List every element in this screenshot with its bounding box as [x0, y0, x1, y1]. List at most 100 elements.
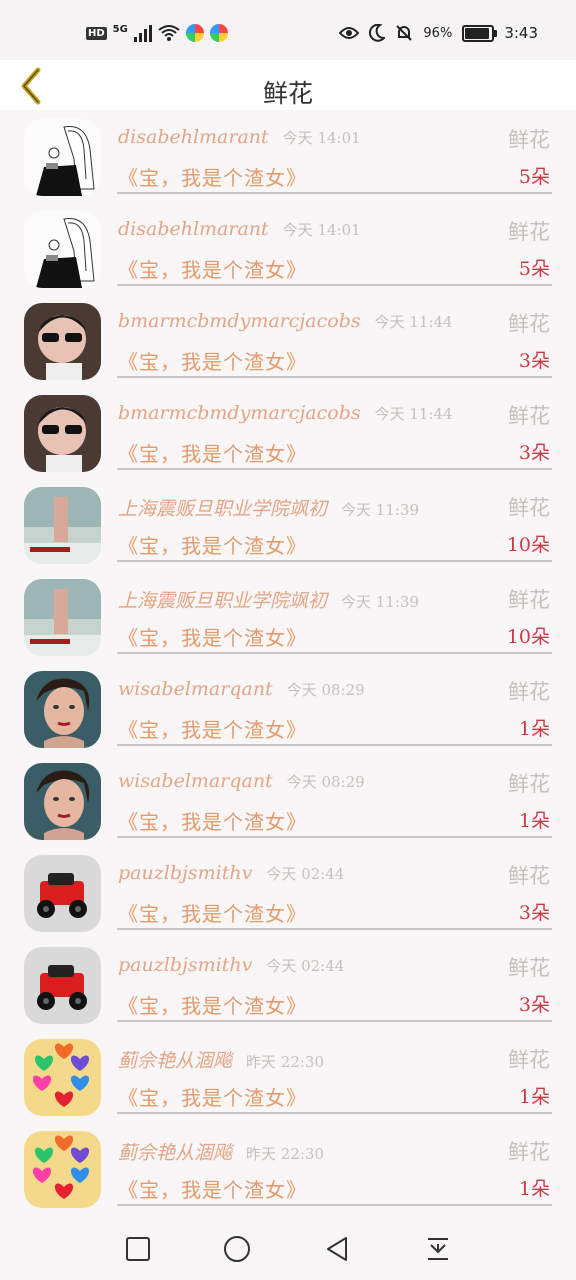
- list-item[interactable]: bmarmcbmdymarcjacobs 今天 11:44 鲜花 《宝，我是个渣女》 3…: [0, 388, 576, 480]
- square-icon[interactable]: [123, 1234, 153, 1264]
- timestamp: 今天 08:29: [286, 681, 365, 699]
- message-text: 《宝，我是个渣女》: [118, 902, 307, 926]
- divider: [117, 284, 552, 286]
- hd-badge: HD: [86, 26, 107, 40]
- avatar[interactable]: [24, 119, 101, 196]
- page-title: 鲜花: [262, 79, 313, 108]
- status-bar: HD 5G 96% 3:43: [0, 0, 576, 60]
- sender-name-text: pauzlbjsmithv: [118, 954, 253, 976]
- message-text: 《宝，我是个渣女》: [118, 442, 307, 466]
- battery-percent: 96%: [423, 25, 453, 41]
- avatar[interactable]: [24, 947, 101, 1024]
- sender-name: 蓟佘艳从涸飚 昨天 22:30: [118, 1046, 324, 1073]
- message-text: 《宝，我是个渣女》: [118, 1086, 307, 1110]
- divider: [117, 1020, 552, 1022]
- bell-off-icon: [396, 25, 413, 41]
- avatar[interactable]: [24, 303, 101, 380]
- triangle-back-icon[interactable]: [322, 1234, 352, 1264]
- sender-name: 上海震贩旦职业学院飒初 今天 11:39: [118, 586, 419, 613]
- list-item[interactable]: disabehlmarant 今天 14:01 鲜花 《宝，我是个渣女》 5朵: [0, 204, 576, 296]
- gift-type-label: 鲜花: [508, 128, 550, 152]
- sender-name-text: wisabelmarqant: [118, 678, 273, 700]
- divider: [117, 192, 552, 194]
- timestamp: 今天 14:01: [282, 221, 361, 239]
- list-item[interactable]: 上海震贩旦职业学院飒初 今天 11:39 鲜花《宝，我是个渣女》 10朵: [0, 572, 576, 664]
- gift-type-label: 鲜花: [508, 312, 550, 336]
- flower-count: 3朵: [518, 442, 550, 464]
- list-item[interactable]: pauzlbjsmithv 今天 02:44 鲜花《宝，我是个渣女》 3朵: [0, 848, 576, 940]
- divider: [117, 1112, 552, 1114]
- avatar[interactable]: [24, 763, 101, 840]
- divider: [117, 836, 552, 838]
- flower-count: 1朵: [518, 1178, 550, 1200]
- sender-name-text: bmarmcbmdymarcjacobs: [118, 402, 361, 424]
- avatar[interactable]: [24, 1131, 101, 1208]
- avatar[interactable]: [24, 671, 101, 748]
- battery-icon: [462, 24, 498, 42]
- avatar[interactable]: [24, 1039, 101, 1116]
- gift-type-label: 鲜花: [508, 1140, 550, 1164]
- app-icon: [185, 24, 204, 42]
- sender-name: bmarmcbmdymarcjacobs 今天 11:44: [118, 402, 453, 424]
- sender-name-text: bmarmcbmdymarcjacobs: [118, 310, 361, 332]
- sender-name-text: 蓟佘艳从涸飚: [118, 1142, 233, 1164]
- timestamp: 今天 08:29: [286, 773, 365, 791]
- moon-icon: [369, 24, 386, 42]
- sender-name-text: disabehlmarant: [118, 218, 269, 240]
- eye-icon: [339, 27, 360, 39]
- list-item[interactable]: disabehlmarant 今天 14:01 鲜花《宝，我是个渣女》 5朵: [0, 112, 576, 204]
- sender-name-text: disabehlmarant: [118, 126, 269, 148]
- signal-icon: [133, 24, 152, 42]
- divider: [117, 376, 552, 378]
- avatar[interactable]: [24, 395, 101, 472]
- divider: [117, 928, 552, 930]
- navigation-bar: [0, 1216, 576, 1280]
- flower-count: 1朵: [518, 1086, 550, 1108]
- sender-name: disabehlmarant 今天 14:01: [118, 218, 361, 240]
- network-label: 5G: [112, 23, 128, 35]
- sender-name-text: pauzlbjsmithv: [118, 862, 253, 884]
- avatar[interactable]: [24, 487, 101, 564]
- list-item[interactable]: bmarmcbmdymarcjacobs 今天 11:44 鲜花 《宝，我是个渣女》 3…: [0, 296, 576, 388]
- flower-count: 10朵: [506, 626, 550, 648]
- list-item[interactable]: 蓟佘艳从涸飚 昨天 22:30 鲜花 《宝，我是个渣女》 1朵: [0, 1032, 576, 1124]
- flower-count: 1朵: [518, 718, 550, 740]
- sender-name: disabehlmarant 今天 14:01: [118, 126, 361, 148]
- download-arrow-icon[interactable]: [423, 1234, 453, 1264]
- sender-name: bmarmcbmdymarcjacobs 今天 11:44: [118, 310, 453, 332]
- timestamp: 昨天 22:30: [246, 1145, 325, 1163]
- message-text: 《宝，我是个渣女》: [118, 626, 307, 650]
- list-item[interactable]: 上海震贩旦职业学院飒初 今天 11:39 鲜花 《宝，我是个渣女》 10朵: [0, 480, 576, 572]
- sender-name-text: 蓟佘艳从涸飚: [118, 1050, 233, 1072]
- wifi-icon: [158, 25, 180, 41]
- gift-type-label: 鲜花: [508, 220, 550, 244]
- gift-type-label: 鲜花: [508, 496, 550, 520]
- gift-type-label: 鲜花: [508, 864, 550, 888]
- message-text: 《宝，我是个渣女》: [118, 994, 307, 1018]
- divider: [117, 1204, 552, 1206]
- timestamp: 今天 02:44: [266, 865, 345, 883]
- gift-type-label: 鲜花: [508, 588, 550, 612]
- flower-count: 1朵: [518, 810, 550, 832]
- avatar[interactable]: [24, 855, 101, 932]
- clock: 3:43: [504, 24, 538, 42]
- flower-count: 5朵: [518, 166, 550, 188]
- divider: [117, 560, 552, 562]
- gift-type-label: 鲜花: [508, 956, 550, 980]
- message-text: 《宝，我是个渣女》: [118, 718, 307, 742]
- circle-icon[interactable]: [222, 1234, 252, 1264]
- avatar[interactable]: [24, 211, 101, 288]
- message-text: 《宝，我是个渣女》: [118, 166, 307, 190]
- message-text: 《宝，我是个渣女》: [118, 810, 307, 834]
- list-item[interactable]: wisabelmarqant 今天 08:29 鲜花 《宝，我是个渣女》 1朵: [0, 756, 576, 848]
- list-item[interactable]: wisabelmarqant 今天 08:29 鲜花《宝，我是个渣女》 1朵: [0, 664, 576, 756]
- avatar[interactable]: [24, 579, 101, 656]
- app-header: 鲜花: [0, 60, 576, 110]
- gift-type-label: 鲜花: [508, 680, 550, 704]
- message-text: 《宝，我是个渣女》: [118, 1178, 307, 1202]
- timestamp: 今天 11:44: [374, 313, 453, 331]
- list-item[interactable]: pauzlbjsmithv 今天 02:44 鲜花 《宝，我是个渣女》 3朵: [0, 940, 576, 1032]
- list-item[interactable]: 蓟佘艳从涸飚 昨天 22:30 鲜花《宝，我是个渣女》 1朵: [0, 1124, 576, 1216]
- timestamp: 今天 02:44: [266, 957, 345, 975]
- flower-count: 3朵: [518, 902, 550, 924]
